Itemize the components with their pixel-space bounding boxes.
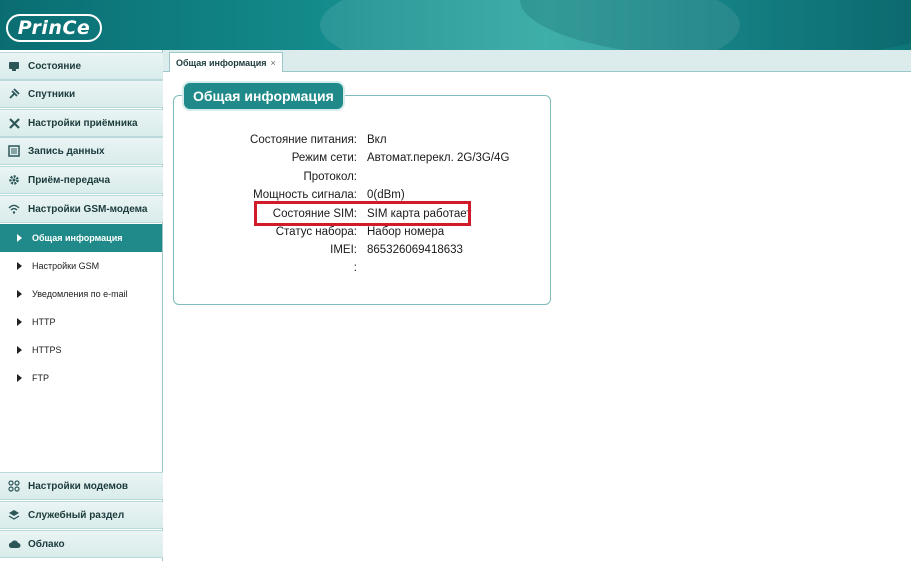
triangle-right-icon xyxy=(17,374,22,382)
sidebar-item-label: Настройки модемов xyxy=(28,480,129,492)
row-value: 0(dBm) xyxy=(367,189,405,201)
wifi-icon xyxy=(7,202,21,216)
header: PrinCe xyxy=(0,0,911,50)
sidebar-subitem-label: HTTP xyxy=(32,317,56,327)
info-row: Протокол: xyxy=(174,171,552,189)
main-content: Общая информация × Общая информация Сост… xyxy=(163,50,911,561)
sidebar-item-label: Облако xyxy=(28,538,65,550)
sidebar-item-transmission[interactable]: Приём-передача xyxy=(0,166,163,194)
info-row: Состояние питания: Вкл xyxy=(174,134,552,152)
triangle-right-icon xyxy=(17,346,22,354)
sidebar-item-receiver-settings[interactable]: Настройки приёмника xyxy=(0,109,163,137)
triangle-right-icon xyxy=(17,262,22,270)
sidebar-subitem-https[interactable]: HTTPS xyxy=(0,336,162,364)
record-icon xyxy=(7,144,21,158)
sidebar-item-label: Спутники xyxy=(28,88,76,100)
sidebar-subitem-general-info[interactable]: Общая информация xyxy=(0,224,162,252)
info-row: Режим сети: Автомат.перекл. 2G/3G/4G xyxy=(174,152,552,170)
sidebar-item-status[interactable]: Состояние xyxy=(0,52,163,80)
tab-general-info[interactable]: Общая информация × xyxy=(169,52,283,72)
sidebar-subitem-ftp[interactable]: FTP xyxy=(0,364,162,392)
sidebar-subitem-gsm-settings[interactable]: Настройки GSM xyxy=(0,252,162,280)
info-row: : xyxy=(174,262,552,280)
tab-bar: Общая информация × xyxy=(163,50,911,72)
row-label: Мощность сигнала: xyxy=(253,189,357,201)
sidebar-item-satellites[interactable]: Спутники xyxy=(0,80,163,108)
gear-icon xyxy=(7,173,21,187)
sidebar-item-label: Настройки GSM-модема xyxy=(28,203,148,215)
sidebar-item-label: Служебный раздел xyxy=(28,509,125,521)
row-value: Набор номера xyxy=(367,226,445,238)
status-icon xyxy=(7,59,21,73)
sidebar-item-data-recording[interactable]: Запись данных xyxy=(0,137,163,165)
info-panel: Общая информация Состояние питания: Вкл … xyxy=(173,81,552,305)
tab-label: Общая информация xyxy=(176,57,267,68)
sidebar-subitem-label: HTTPS xyxy=(32,345,62,355)
sidebar-subitem-email[interactable]: Уведомления по e-mail xyxy=(0,280,162,308)
sidebar-item-label: Запись данных xyxy=(28,145,105,157)
row-label: Состояние питания: xyxy=(250,134,357,146)
row-value: Автомат.перекл. 2G/3G/4G xyxy=(367,152,510,164)
sidebar-subitem-label: Общая информация xyxy=(32,233,123,243)
row-label: : xyxy=(353,262,357,274)
info-row: Статус набора: Набор номера xyxy=(174,226,552,244)
sidebar-subitem-http[interactable]: HTTP xyxy=(0,308,162,336)
close-icon[interactable]: × xyxy=(270,58,275,68)
panel-title: Общая информация xyxy=(182,81,345,111)
tools-icon xyxy=(7,116,21,130)
layers-icon xyxy=(7,508,21,522)
satellite-icon xyxy=(7,87,21,101)
row-label: IMEI: xyxy=(330,244,357,256)
row-label: Статус набора: xyxy=(275,226,357,238)
row-value: Вкл xyxy=(367,134,387,146)
sim-status-highlight xyxy=(254,201,471,226)
triangle-right-icon xyxy=(17,234,22,242)
sidebar-item-label: Состояние xyxy=(28,60,82,72)
info-row: IMEI: 865326069418633 xyxy=(174,244,552,262)
sidebar: Состояние Спутники Настройки приёмника З… xyxy=(0,50,163,561)
logo: PrinCe xyxy=(6,14,102,42)
sidebar-item-label: Приём-передача xyxy=(28,174,111,186)
cloud-icon xyxy=(7,537,21,551)
app-window: PrinCe Состояние Спутники Настройки приё… xyxy=(0,0,911,561)
sidebar-item-modem-settings[interactable]: Настройки модемов xyxy=(0,472,163,500)
sidebar-item-gsm-modem[interactable]: Настройки GSM-модема xyxy=(0,195,163,223)
sidebar-item-service[interactable]: Служебный раздел xyxy=(0,501,163,529)
sidebar-subitem-label: Уведомления по e-mail xyxy=(32,289,128,299)
triangle-right-icon xyxy=(17,290,22,298)
row-label: Режим сети: xyxy=(291,152,357,164)
sidebar-item-cloud[interactable]: Облако xyxy=(0,530,163,558)
sidebar-subitem-label: Настройки GSM xyxy=(32,261,100,271)
row-value: 865326069418633 xyxy=(367,244,463,256)
modems-icon xyxy=(7,479,21,493)
triangle-right-icon xyxy=(17,318,22,326)
sidebar-item-label: Настройки приёмника xyxy=(28,117,138,129)
sidebar-subitem-label: FTP xyxy=(32,373,49,383)
row-label: Протокол: xyxy=(303,171,357,183)
